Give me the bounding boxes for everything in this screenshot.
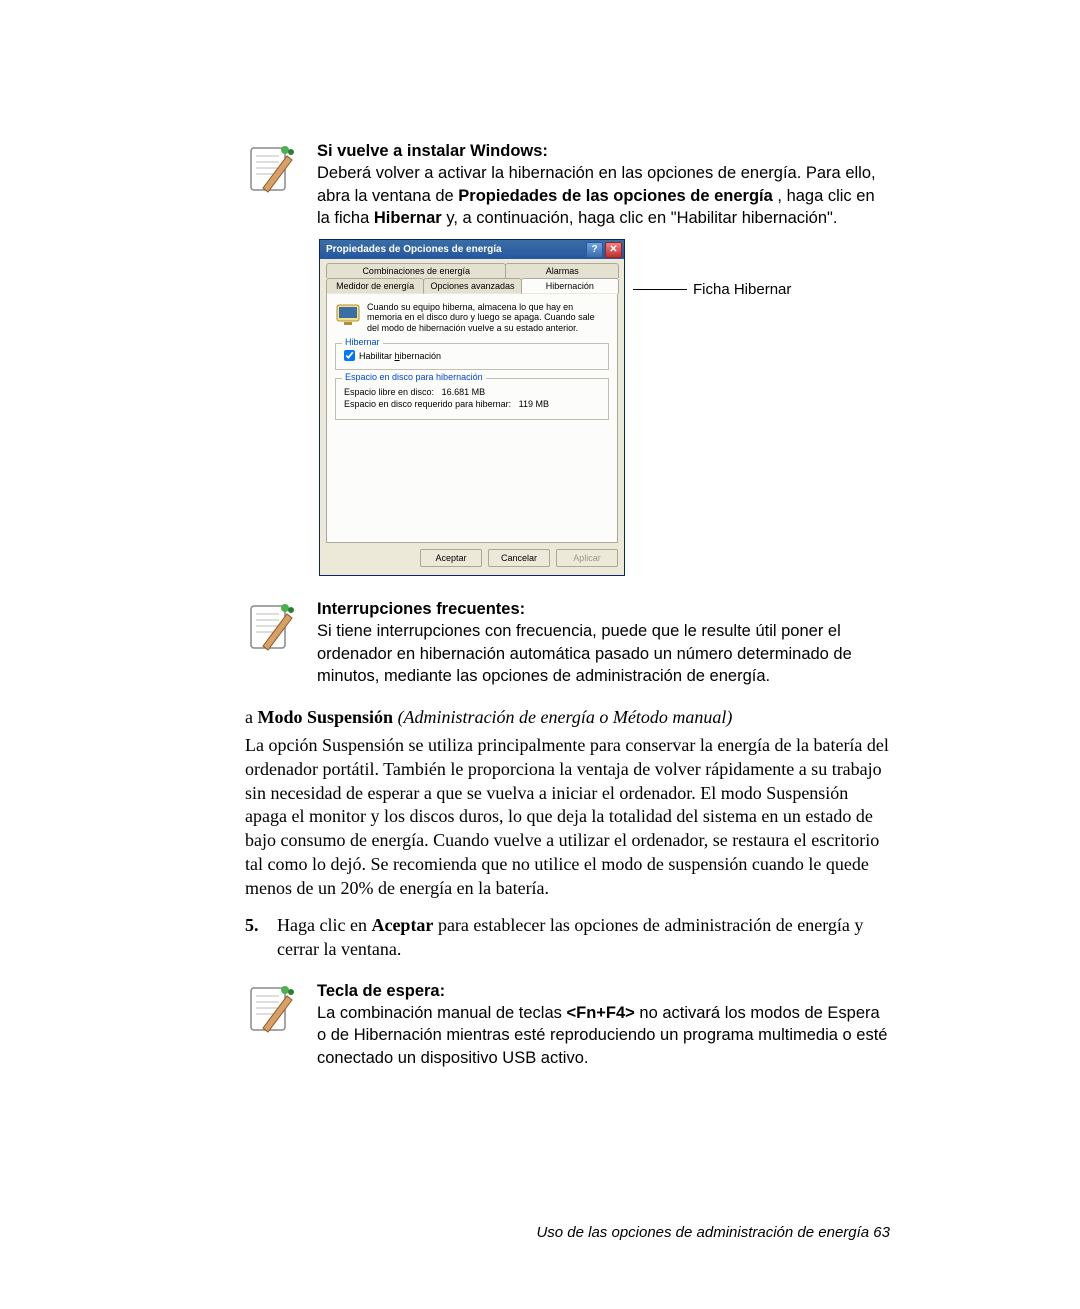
note-text: Interrupciones frecuentes: Si tiene inte… <box>317 598 890 687</box>
required-space-row: Espacio en disco requerido para hibernar… <box>344 399 600 409</box>
enable-hibernate-checkbox[interactable]: Habilitar hibernación <box>344 350 600 361</box>
callout-hibernate-tab: Ficha Hibernar <box>633 281 791 298</box>
note-interruptions: Interrupciones frecuentes: Si tiene inte… <box>245 598 890 687</box>
fieldset-legend: Espacio en disco para hibernación <box>342 372 486 382</box>
note-heading: Tecla de espera: <box>317 982 445 1000</box>
notepad-pencil-icon <box>245 982 299 1036</box>
suspend-paragraph: La opción Suspensión se utiliza principa… <box>245 734 890 900</box>
note-text: Si vuelve a instalar Windows: Deberá vol… <box>317 140 890 229</box>
notepad-pencil-icon <box>245 142 299 196</box>
fieldset-legend: Hibernar <box>342 337 383 347</box>
ok-button[interactable]: Aceptar <box>420 549 482 567</box>
tab-power-schemes[interactable]: Combinaciones de energía <box>326 263 506 278</box>
tab-power-meter[interactable]: Medidor de energía <box>326 278 424 294</box>
notepad-pencil-icon <box>245 600 299 654</box>
step-5: 5. Haga clic en Aceptar para establecer … <box>245 914 890 962</box>
free-space-row: Espacio libre en disco: 16.681 MB <box>344 387 600 397</box>
tab-hibernate[interactable]: Hibernación <box>521 278 619 294</box>
tabstrip: Combinaciones de energía Alarmas Medidor… <box>326 263 618 294</box>
checkbox-input[interactable] <box>344 350 355 361</box>
note-standby-key: Tecla de espera: La combinación manual d… <box>245 980 890 1069</box>
apply-button[interactable]: Aplicar <box>556 549 618 567</box>
fieldset-disk-space: Espacio en disco para hibernación Espaci… <box>335 378 609 420</box>
tab-alarms[interactable]: Alarmas <box>505 263 619 278</box>
note-heading: Interrupciones frecuentes: <box>317 600 525 618</box>
monitor-icon <box>335 302 361 328</box>
close-icon[interactable]: ✕ <box>605 242 622 258</box>
page-footer: Uso de las opciones de administración de… <box>536 1224 890 1241</box>
note-reinstall: Si vuelve a instalar Windows: Deberá vol… <box>245 140 890 229</box>
power-options-dialog: Propiedades de Opciones de energía ? ✕ C… <box>319 239 625 576</box>
dialog-titlebar: Propiedades de Opciones de energía ? ✕ <box>320 240 624 259</box>
tab-panel-hibernate: Cuando su equipo hiberna, almacena lo qu… <box>326 293 618 543</box>
note-heading: Si vuelve a instalar Windows: <box>317 142 548 160</box>
dialog-title: Propiedades de Opciones de energía <box>326 244 502 255</box>
tab-advanced[interactable]: Opciones avanzadas <box>423 278 521 294</box>
cancel-button[interactable]: Cancelar <box>488 549 550 567</box>
hibernate-info-text: Cuando su equipo hiberna, almacena lo qu… <box>367 302 609 333</box>
fieldset-hibernate: Hibernar Habilitar hibernación <box>335 343 609 370</box>
help-icon[interactable]: ? <box>586 242 603 258</box>
section-heading-suspend: a Modo Suspensión (Administración de ene… <box>245 707 890 728</box>
note-text: Tecla de espera: La combinación manual d… <box>317 980 890 1069</box>
